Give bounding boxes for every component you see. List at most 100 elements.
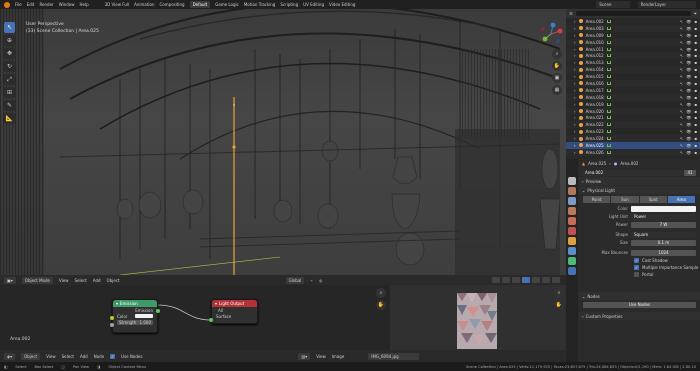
camera-render-icon[interactable]: ▪ [694,115,697,120]
camera-render-icon[interactable]: ▪ [694,74,697,79]
3d-viewport[interactable]: ↖ ⊕ ✥ ↻ ⤢ ⊞ ✎ 📐 User Perspective (33) Sc… [0,9,566,317]
cursor-icon[interactable]: ⊕ [4,35,15,46]
menu-window[interactable]: Window [59,2,75,7]
image-editor[interactable]: ⌕ ✋ [390,285,566,350]
outliner-search-field[interactable] [575,11,691,16]
filter-icon[interactable]: ⏷ [694,11,697,16]
camera-render-icon[interactable]: ▪ [694,143,697,148]
eye-icon[interactable]: 👁 [686,150,691,155]
use-nodes-checkbox[interactable]: ✓ [110,353,116,359]
outliner-item[interactable]: › Area.026 ↖ 👁 ▪ [566,148,700,156]
selectable-arrow-icon[interactable]: ↖ [680,67,683,72]
workspace-tab-uv-editing[interactable]: UV Editing [303,2,324,7]
mode-selector[interactable]: Object Mode [21,276,53,284]
expand-arrow-icon[interactable]: › [574,95,576,100]
zoom-icon[interactable]: ⌕ [554,288,564,298]
pan-hand-icon[interactable]: ✋ [554,300,564,310]
selectable-arrow-icon[interactable]: ↖ [680,26,683,31]
physical-light-panel-header[interactable]: ⌄ Physical Light [579,186,700,194]
node-menu-add[interactable]: Add [80,354,88,359]
user-count[interactable]: 41 [684,169,696,176]
expand-arrow-icon[interactable]: › [574,26,576,31]
wireframe-shading-icon[interactable] [522,277,530,283]
selectable-arrow-icon[interactable]: ↖ [680,122,683,127]
eye-icon[interactable]: 👁 [686,95,691,100]
eye-icon[interactable]: 👁 [686,129,691,134]
outliner-item[interactable]: › Area.019 ↖ 👁 ▪ [566,101,700,108]
outliner-item[interactable]: › Area.002 ↖ 👁 ▪ [566,18,700,25]
eye-icon[interactable]: 👁 [686,60,691,65]
eye-icon[interactable]: 👁 [686,33,691,38]
image-editor-type-icon[interactable]: ▧▾ [298,352,311,360]
editor-type-icon[interactable]: ◈▾ [4,352,16,360]
cast-shadow-checkbox[interactable]: ✓ [634,258,639,263]
custom-properties-panel-header[interactable]: › Custom Properties [579,312,700,320]
preview-panel-header[interactable]: › Preview [579,177,700,185]
expand-arrow-icon[interactable]: › [574,109,576,114]
node-object-selector[interactable]: Object [21,352,41,360]
outliner-item[interactable]: › Area.017 ↖ 👁 ▪ [566,87,700,94]
camera-render-icon[interactable]: ▪ [694,136,697,141]
workspace-tab-scripting[interactable]: Scripting [280,2,298,7]
light-output-node[interactable]: ▾ Light Output All Surface [209,299,258,324]
eye-icon[interactable]: 👁 [686,40,691,45]
camera-render-icon[interactable]: ▪ [694,102,697,107]
selectable-arrow-icon[interactable]: ↖ [680,95,683,100]
portal-checkbox[interactable] [634,272,639,277]
mis-checkbox[interactable]: ✓ [634,265,639,270]
emission-strength-field[interactable]: Strength 1.000 [117,319,153,325]
viewport-menu-view[interactable]: View [59,278,69,283]
selectable-arrow-icon[interactable]: ↖ [680,136,683,141]
expand-arrow-icon[interactable]: › [574,47,576,52]
strength-input-socket[interactable] [110,323,114,327]
zoom-icon[interactable]: ⌕ [552,49,562,59]
workspace-tab-default[interactable]: Default [189,1,211,8]
menu-edit[interactable]: Edit [27,2,35,7]
selectable-arrow-icon[interactable]: ↖ [680,60,683,65]
expand-arrow-icon[interactable]: › [574,19,576,24]
selectable-arrow-icon[interactable]: ↖ [680,74,683,79]
outliner-item[interactable]: › Area.023 ↖ 👁 ▪ [566,128,700,135]
viewport-menu-add[interactable]: Add [93,278,101,283]
emission-node[interactable]: ▾ Emission Emission Color Strength 1.000 [110,299,160,333]
scale-icon[interactable]: ⤢ [4,74,15,85]
outliner-item[interactable]: › Area.009 ↖ 👁 ▪ [566,32,700,39]
eye-icon[interactable]: 👁 [686,26,691,31]
selectable-arrow-icon[interactable]: ↖ [680,109,683,114]
expand-arrow-icon[interactable]: › [574,122,576,127]
camera-render-icon[interactable]: ▪ [694,150,697,155]
expand-arrow-icon[interactable]: › [574,115,576,120]
workspace-tab-motion-tracking[interactable]: Motion Tracking [244,2,275,7]
color-input-socket[interactable] [110,316,114,320]
menu-render[interactable]: Render [39,2,53,7]
overlays-icon[interactable] [502,277,510,283]
expand-arrow-icon[interactable]: › [574,81,576,86]
world-tab-icon[interactable] [568,227,576,235]
camera-render-icon[interactable]: ▪ [694,26,697,31]
shader-node-editor[interactable]: ▾ Emission Emission Color Strength 1.000… [0,285,390,350]
emission-color-swatch[interactable] [135,314,153,318]
menu-help[interactable]: Help [79,2,88,7]
outliner-item[interactable]: › Area.003 ↖ 👁 ▪ [566,24,700,32]
eye-icon[interactable]: 👁 [686,74,691,79]
viewport-menu-select[interactable]: Select [75,278,87,283]
snap-icon[interactable]: ⌁ [310,278,312,283]
expand-arrow-icon[interactable]: › [574,143,576,148]
eye-icon[interactable]: 👁 [686,67,691,72]
power-field[interactable]: 7 W [631,221,696,228]
selectable-arrow-icon[interactable]: ↖ [680,115,683,120]
camera-render-icon[interactable]: ▪ [694,109,697,114]
workspace-tab-3d-view-full[interactable]: 3D View Full [105,2,130,7]
render-layer-selector[interactable]: RenderLayer [637,1,696,8]
selectable-arrow-icon[interactable]: ↖ [680,88,683,93]
image-menu-image[interactable]: Image [332,354,345,359]
selectable-arrow-icon[interactable]: ↖ [680,150,683,155]
workspace-tab-video-editing[interactable]: Video Editing [329,2,355,7]
xray-icon[interactable] [512,277,520,283]
light-type-point[interactable]: Point [583,196,611,203]
collapse-arrow-icon[interactable]: ▾ [215,301,217,306]
selectable-arrow-icon[interactable]: ↖ [680,40,683,45]
image-menu-view[interactable]: View [316,354,326,359]
outliner-item[interactable]: › Area.016 ↖ 👁 ▪ [566,80,700,87]
light-unit-select[interactable]: Power [631,213,696,220]
